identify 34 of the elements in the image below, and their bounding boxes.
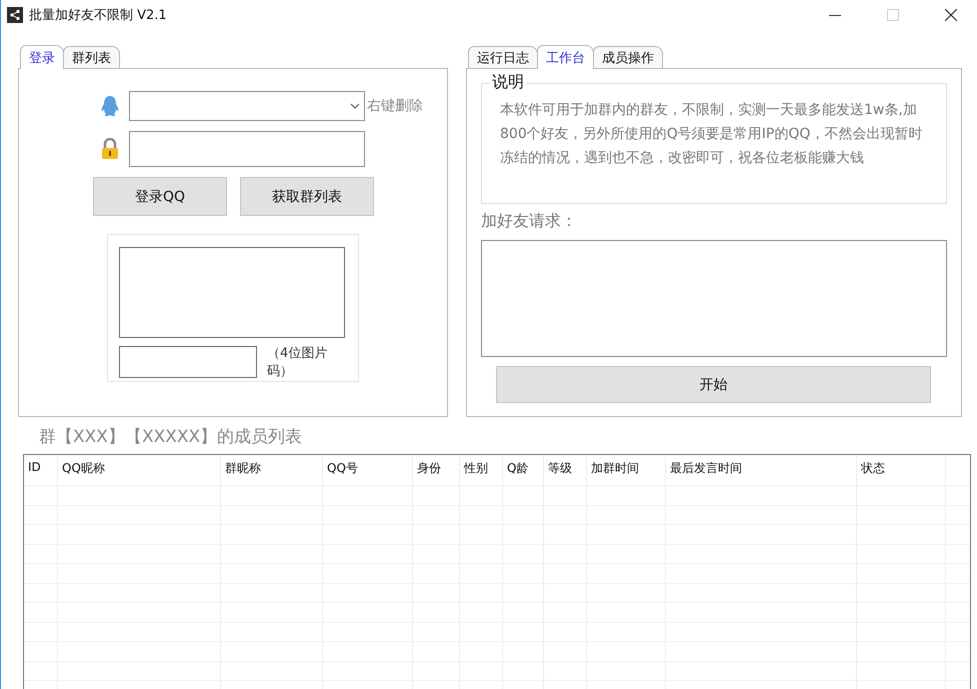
padlock-icon — [99, 138, 121, 160]
start-button[interactable]: 开始 — [496, 366, 931, 403]
chevron-down-icon — [350, 103, 360, 109]
tab[interactable]: 登录 — [20, 45, 64, 69]
penguin-icon — [99, 95, 121, 117]
password-field[interactable] — [129, 131, 365, 167]
column-header[interactable]: 性别 — [460, 455, 503, 485]
request-text-area[interactable] — [481, 240, 947, 357]
action-button[interactable]: 获取群列表 — [240, 177, 374, 216]
action-button[interactable]: 登录QQ — [93, 177, 227, 216]
column-header[interactable]: 加群时间 — [587, 455, 666, 485]
column-header[interactable]: ID — [24, 455, 58, 485]
column-header[interactable]: 身份 — [413, 455, 460, 485]
column-header[interactable]: QQ号 — [323, 455, 413, 485]
tab[interactable]: 成员操作 — [593, 46, 663, 68]
member-list-title: 群【XXX】【XXXXX】的成员列表 — [39, 426, 304, 449]
request-label: 加好友请求： — [481, 211, 578, 232]
tab[interactable]: 工作台 — [537, 45, 594, 69]
notice-text: 本软件可用于加群内的群友，不限制，实测一天最多能发送1w条,加800个好友，另外所使用的Q号须要是常用IP的QQ，不然会出现暂时冻结的情况，遇到也不急，改密即可，祝各位老板能赚大钱 — [500, 101, 924, 168]
tab[interactable]: 运行日志 — [468, 46, 538, 68]
column-header[interactable]: 等级 — [544, 455, 587, 485]
column-header[interactable]: Q龄 — [503, 455, 544, 485]
column-header[interactable]: 最后发言时间 — [666, 455, 857, 485]
column-header[interactable]: QQ昵称 — [58, 455, 221, 485]
share-icon — [7, 7, 23, 23]
window-title: 批量加好友不限制 V2.1 — [29, 7, 167, 24]
close-icon[interactable] — [945, 9, 957, 21]
tab[interactable]: 群列表 — [63, 46, 120, 68]
captcha-hint: （4位图片码） — [267, 345, 328, 380]
column-header[interactable]: 状态 — [857, 455, 946, 485]
delete-hint: 右键删除 — [367, 97, 423, 115]
account-dropdown[interactable] — [129, 91, 365, 121]
column-header[interactable]: 群昵称 — [221, 455, 323, 485]
captcha-field[interactable] — [119, 346, 257, 378]
